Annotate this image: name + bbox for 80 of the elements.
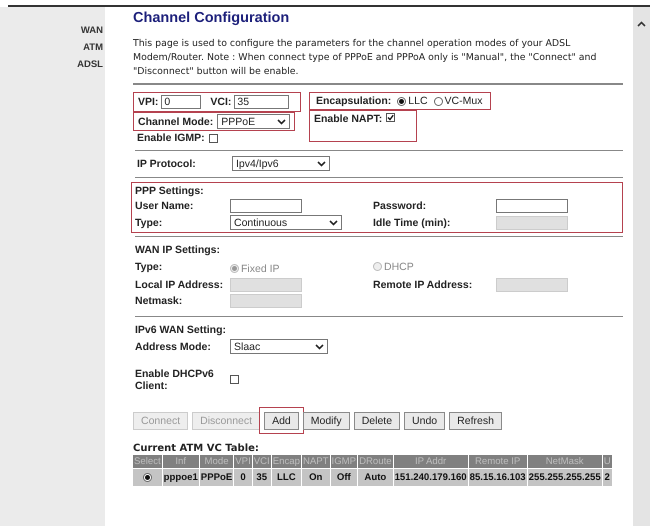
checkbox[interactable] bbox=[208, 134, 218, 142]
column-header: NAPT bbox=[302, 455, 330, 468]
field-label: Password: bbox=[373, 200, 428, 212]
caret-icon bbox=[317, 160, 326, 166]
table-cell: Off bbox=[330, 469, 358, 486]
table-cell: On bbox=[302, 469, 330, 486]
action-button[interactable]: Undo bbox=[404, 412, 446, 430]
column-header: VPI bbox=[234, 455, 252, 468]
action-button[interactable]: Delete bbox=[354, 412, 400, 430]
field-label: Enable IGMP: bbox=[137, 132, 205, 144]
action-button[interactable]: Refresh bbox=[449, 412, 502, 430]
scroll-up-icon[interactable] bbox=[637, 21, 646, 27]
input-field[interactable] bbox=[230, 199, 302, 213]
field-label: IP Protocol: bbox=[137, 158, 197, 170]
dropdown[interactable]: Continuous bbox=[230, 215, 342, 230]
table-cell: Auto bbox=[358, 469, 393, 486]
action-button[interactable]: Add bbox=[264, 412, 299, 430]
column-header: Inf bbox=[162, 455, 199, 468]
field-label: Remote IP Address: bbox=[373, 279, 474, 291]
dropdown[interactable]: Slaac bbox=[230, 339, 328, 354]
column-header: NetMask bbox=[528, 455, 602, 468]
checkbox[interactable] bbox=[386, 113, 396, 122]
column-header: Encap bbox=[272, 455, 301, 468]
radio-button[interactable] bbox=[142, 473, 152, 482]
caret-icon bbox=[329, 220, 338, 226]
table-cell: 35 bbox=[252, 469, 271, 486]
page-description: This page is used to configure the parameters for the channel operation modes of your ADSL Modem/Router. Note : When connect type of PPPoE and PPPoA only is "Manual", the "Connect" and "Disconnect" button will be enable. bbox=[133, 37, 623, 85]
field-label: Enable DHCPv6 Client: bbox=[135, 368, 215, 392]
column-header: IGMP bbox=[330, 455, 358, 468]
field-label: Idle Time (min): bbox=[373, 216, 452, 228]
field-label: Netmask: bbox=[135, 295, 184, 307]
column-header: Remote IP bbox=[468, 455, 527, 468]
input-field[interactable] bbox=[496, 199, 568, 213]
column-header: IP Addr bbox=[394, 455, 468, 468]
sidebar-item[interactable]: WAN bbox=[80, 25, 103, 36]
sidebar-item[interactable]: ADSL bbox=[77, 59, 103, 70]
radio-label: Fixed IP bbox=[241, 262, 280, 274]
column-header: VCI bbox=[252, 455, 271, 468]
field-label: Local IP Address: bbox=[135, 279, 224, 291]
dropdown[interactable]: Ipv4/Ipv6 bbox=[232, 156, 330, 171]
column-header: DRoute bbox=[358, 455, 393, 468]
caret-icon bbox=[277, 118, 286, 124]
table-cell: 255.255.255.255 bbox=[528, 469, 602, 486]
field-label: Type: bbox=[135, 261, 164, 273]
column-header: U bbox=[602, 455, 612, 468]
action-button[interactable]: Modify bbox=[302, 412, 350, 430]
table-cell: 2 bbox=[602, 469, 612, 486]
radio-label: DHCP bbox=[384, 260, 414, 272]
field-label: User Name: bbox=[135, 200, 194, 212]
input-field[interactable]: 0 bbox=[161, 95, 202, 109]
column-header: Select bbox=[133, 455, 162, 468]
dropdown[interactable]: PPPoE bbox=[217, 114, 290, 129]
input-field[interactable]: 35 bbox=[234, 95, 290, 109]
table-cell: 151.240.179.160 bbox=[394, 469, 468, 486]
radio-button[interactable] bbox=[397, 96, 406, 106]
section-heading: WAN IP Settings: bbox=[135, 244, 221, 256]
table-title: Current ATM VC Table: bbox=[133, 443, 260, 454]
table-cell: 0 bbox=[234, 469, 252, 486]
radio-label: LLC bbox=[408, 95, 428, 107]
section-heading: IPv6 WAN Setting: bbox=[135, 324, 228, 336]
table-cell: 85.15.16.103 bbox=[468, 469, 527, 486]
scrollbar[interactable] bbox=[633, 7, 650, 526]
field-label: Enable NAPT: bbox=[314, 113, 382, 125]
field-label: Address Mode: bbox=[135, 340, 212, 352]
table-cell: PPPoE bbox=[200, 469, 234, 486]
radio-label: VC-Mux bbox=[444, 95, 482, 107]
caret-icon bbox=[315, 344, 324, 350]
field-label: VCI: bbox=[210, 96, 232, 108]
field-label: Type: bbox=[135, 216, 164, 228]
radio-button[interactable] bbox=[434, 96, 443, 106]
sidebar-item[interactable]: ATM bbox=[83, 42, 103, 53]
column-header: Mode bbox=[200, 455, 234, 468]
field-label: VPI: bbox=[138, 96, 158, 108]
table-cell: LLC bbox=[272, 469, 301, 486]
field-label: Channel Mode: bbox=[138, 116, 214, 128]
section-heading: PPP Settings: bbox=[135, 185, 205, 197]
field-label: Encapsulation: bbox=[316, 95, 392, 107]
table-cell: pppoe1 bbox=[162, 469, 199, 486]
checkbox[interactable] bbox=[230, 375, 239, 384]
page-title: Channel Configuration bbox=[133, 10, 290, 26]
